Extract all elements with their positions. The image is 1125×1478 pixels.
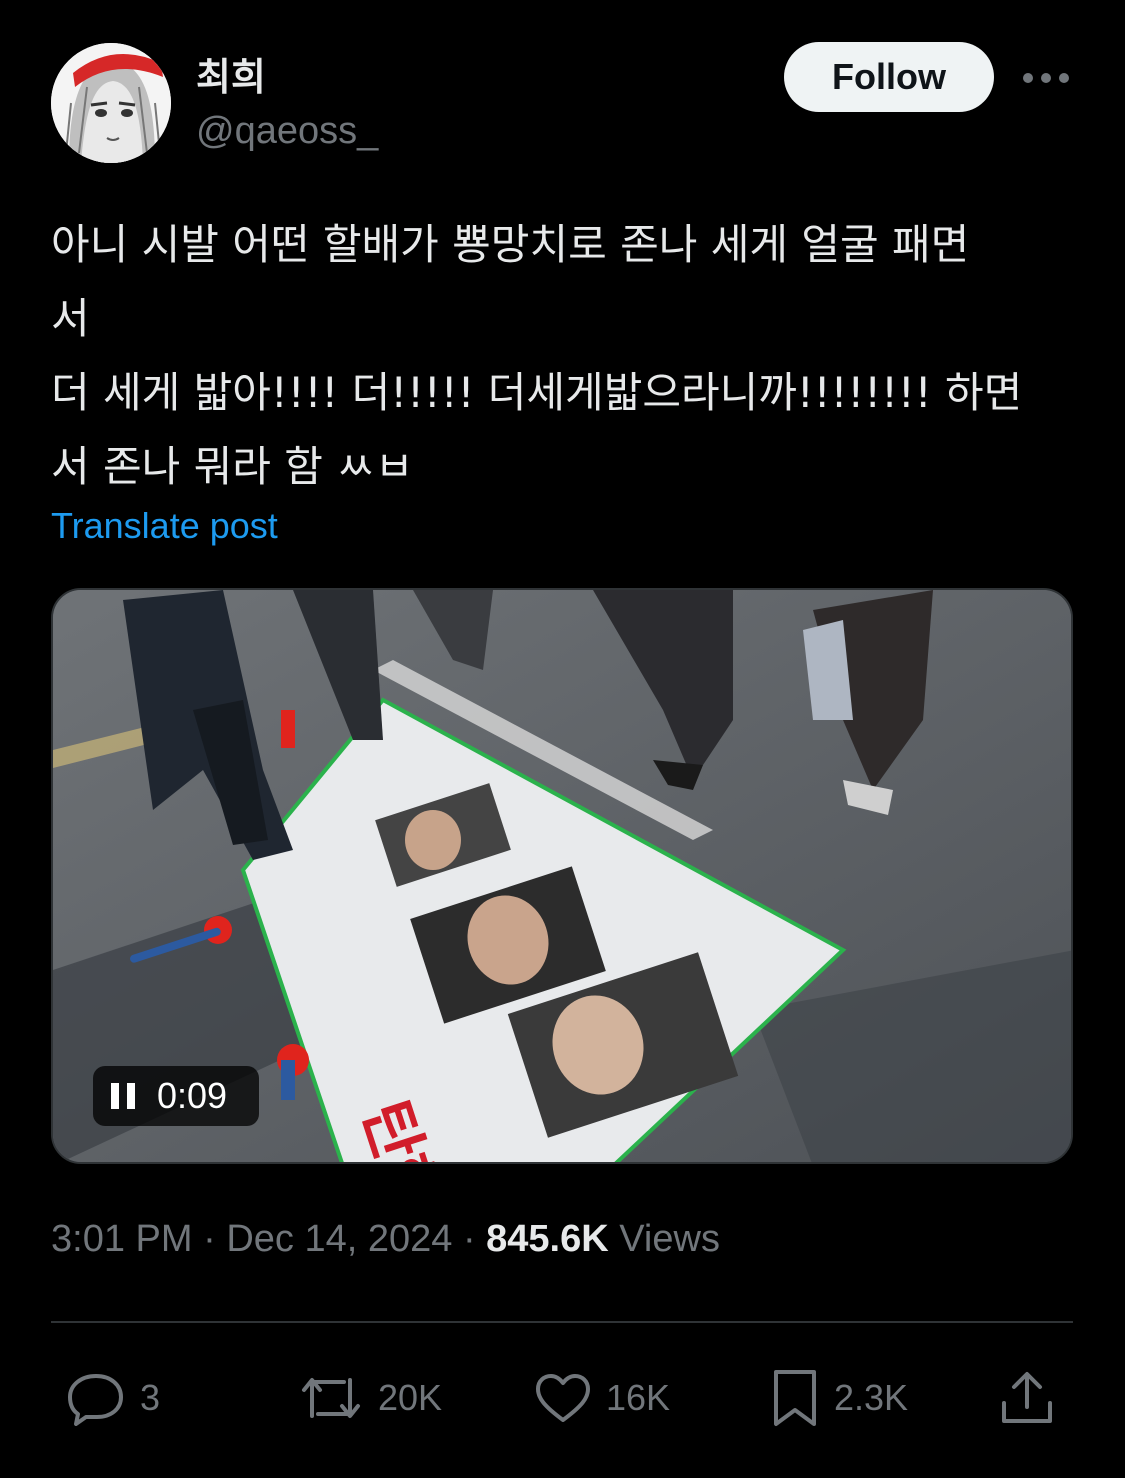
- reply-count: 3: [140, 1377, 161, 1418]
- translate-post-link[interactable]: Translate post: [51, 505, 278, 547]
- action-bar: 3 20K 16K 2.3K: [0, 1360, 1125, 1436]
- anime-avatar-icon: [51, 43, 171, 163]
- bookmark-button[interactable]: 2.3K: [770, 1360, 908, 1436]
- pause-icon[interactable]: [109, 1081, 137, 1111]
- more-dots-icon: [1023, 73, 1069, 83]
- views-count: 845.6K: [486, 1218, 609, 1260]
- divider: [51, 1321, 1073, 1323]
- reply-icon: [68, 1374, 123, 1426]
- follow-button[interactable]: Follow: [784, 42, 994, 112]
- like-button[interactable]: 16K: [534, 1360, 670, 1436]
- video-controls[interactable]: 0:09: [93, 1066, 259, 1126]
- more-options-button[interactable]: [1020, 58, 1072, 98]
- post-date[interactable]: Dec 14, 2024: [226, 1218, 452, 1260]
- video-time: 0:09: [157, 1075, 228, 1116]
- meta-separator: ·: [462, 1218, 476, 1260]
- share-icon: [1002, 1372, 1052, 1423]
- reply-button[interactable]: 3: [66, 1360, 160, 1436]
- heart-icon: [536, 1374, 590, 1422]
- repost-count: 20K: [378, 1377, 443, 1418]
- post-text: 아니 시발 어떤 할배가 뿅망치로 존나 세게 얼굴 패면 서 더 세게 밟아!…: [51, 220, 1023, 491]
- bookmark-icon: [774, 1370, 816, 1426]
- repost-icon: [302, 1378, 360, 1418]
- bookmark-count: 2.3K: [834, 1377, 909, 1418]
- display-name[interactable]: 최희: [196, 46, 266, 101]
- video-player[interactable]: 탄핵하라 0:09: [51, 588, 1073, 1164]
- views-label: Views: [619, 1218, 720, 1260]
- like-count: 16K: [606, 1377, 671, 1418]
- post-time[interactable]: 3:01 PM: [51, 1218, 193, 1260]
- user-handle[interactable]: @qaeoss_: [196, 110, 378, 153]
- share-button[interactable]: [998, 1360, 1056, 1436]
- meta-separator: ·: [203, 1218, 216, 1260]
- repost-button[interactable]: 20K: [298, 1360, 442, 1436]
- avatar[interactable]: [51, 43, 171, 163]
- post-meta: 3:01 PM · Dec 14, 2024 · 845.6K Views: [51, 1218, 720, 1261]
